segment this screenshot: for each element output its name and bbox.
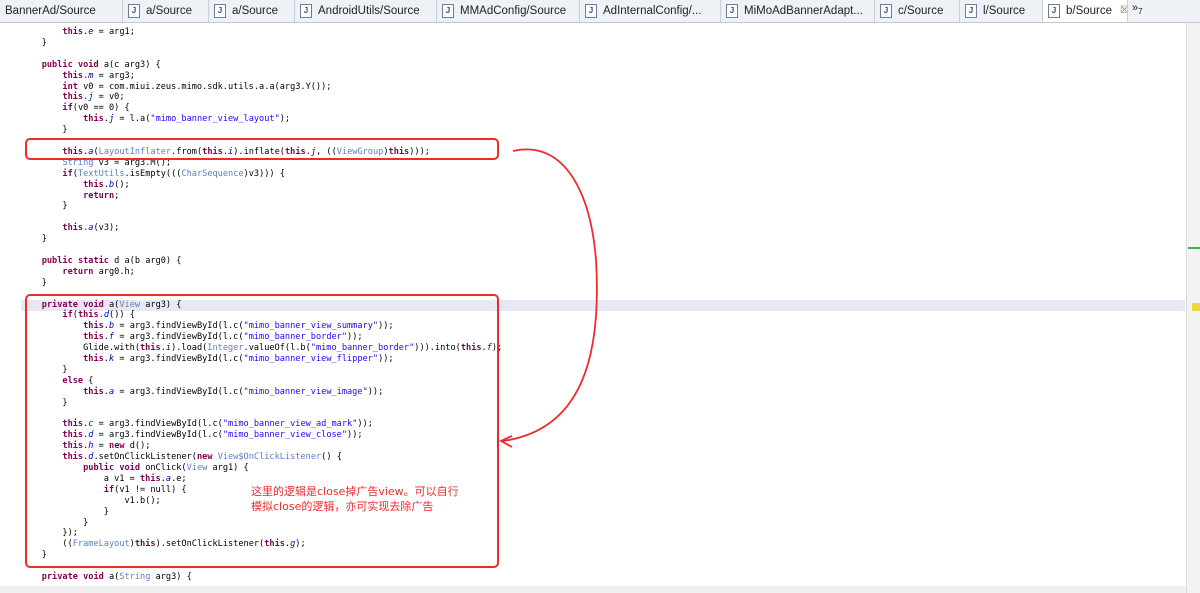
change-marker[interactable]	[1188, 247, 1200, 249]
code-line[interactable]: this.a(v3);	[21, 223, 1185, 234]
editor-gutter	[0, 23, 18, 593]
code-line[interactable]: this.j = v0;	[21, 92, 1185, 103]
close-tab-icon[interactable]: ☒	[1120, 5, 1127, 16]
code-line[interactable]: }	[21, 201, 1185, 212]
tab-label: MMAdConfig/Source	[460, 5, 567, 17]
code-line[interactable]	[21, 49, 1185, 60]
code-line[interactable]: }	[21, 234, 1185, 245]
tab-l-source[interactable]: J l/Source	[960, 0, 1043, 22]
code-line[interactable]: this.j = l.a("mimo_banner_view_layout");	[21, 114, 1185, 125]
code-line[interactable]: }	[21, 125, 1185, 136]
java-file-icon: J	[880, 4, 892, 18]
tab-adinternalconfig[interactable]: J AdInternalConfig/...	[580, 0, 721, 22]
tab-b-source-active[interactable]: J b/Source ☒	[1043, 0, 1128, 22]
tab-a-source[interactable]: J a/Source	[123, 0, 209, 22]
java-file-icon: J	[214, 4, 226, 18]
tab-label: a/Source	[232, 5, 279, 17]
tab-mimoadbanneradapter[interactable]: J MiMoAdBannerAdapt...	[721, 0, 875, 22]
code-line[interactable]: return arg0.h;	[21, 267, 1185, 278]
code-line[interactable]: }	[21, 278, 1185, 289]
tab-label: MiMoAdBannerAdapt...	[744, 5, 863, 17]
java-file-icon: J	[965, 4, 977, 18]
code-line[interactable]: if(TextUtils.isEmpty(((CharSequence)v3))…	[21, 169, 1185, 180]
tab-label: AdInternalConfig/...	[603, 5, 702, 17]
occurrence-marker[interactable]	[1192, 303, 1200, 311]
tab-label: BannerAd/Source	[5, 5, 96, 17]
code-line[interactable]: if(v0 == 0) {	[21, 103, 1185, 114]
highlight-box-method	[25, 294, 499, 568]
code-line[interactable]: }	[21, 38, 1185, 49]
code-line[interactable]	[21, 245, 1185, 256]
tab-androidutils-source[interactable]: J AndroidUtils/Source	[295, 0, 437, 22]
tab-overflow-count: 7	[1138, 7, 1143, 17]
tab-label: AndroidUtils/Source	[318, 5, 420, 17]
java-file-icon: J	[726, 4, 738, 18]
tab-mmadconfig-source[interactable]: J MMAdConfig/Source	[437, 0, 580, 22]
code-line[interactable]: public void a(c arg3) {	[21, 60, 1185, 71]
highlight-box-inflate	[25, 138, 499, 160]
java-file-icon: J	[300, 4, 312, 18]
annotation-note: 这里的逻辑是close掉广告view。可以自行 模拟close的逻辑，亦可实现去…	[251, 485, 459, 513]
code-line[interactable]: this.b();	[21, 180, 1185, 191]
java-file-icon: J	[442, 4, 454, 18]
code-line[interactable]: int v0 = com.miui.zeus.mimo.sdk.utils.a.…	[21, 82, 1185, 93]
code-line[interactable]: this.m = arg3;	[21, 71, 1185, 82]
code-line[interactable]: private void a(String arg3) {	[21, 572, 1185, 583]
tab-c-source[interactable]: J c/Source	[875, 0, 960, 22]
code-line[interactable]: public static d a(b arg0) {	[21, 256, 1185, 267]
code-line[interactable]	[21, 212, 1185, 223]
tab-banner-ad-source[interactable]: BannerAd/Source	[0, 0, 123, 22]
java-file-icon: J	[1048, 3, 1060, 18]
tab-label: c/Source	[898, 5, 944, 17]
tab-a-source-2[interactable]: J a/Source	[209, 0, 295, 22]
java-file-icon: J	[128, 4, 140, 18]
java-file-icon: J	[585, 4, 597, 18]
code-line[interactable]: this.e = arg1;	[21, 27, 1185, 38]
tab-label: b/Source	[1066, 4, 1113, 17]
horizontal-scrollbar[interactable]	[0, 586, 1186, 593]
code-line[interactable]: return;	[21, 191, 1185, 202]
tab-overflow-button[interactable]: »7	[1128, 0, 1143, 22]
tab-label: a/Source	[146, 5, 193, 17]
tab-label: l/Source	[983, 5, 1026, 17]
editor-tab-bar: BannerAd/Source J a/Source J a/Source J …	[0, 0, 1200, 23]
